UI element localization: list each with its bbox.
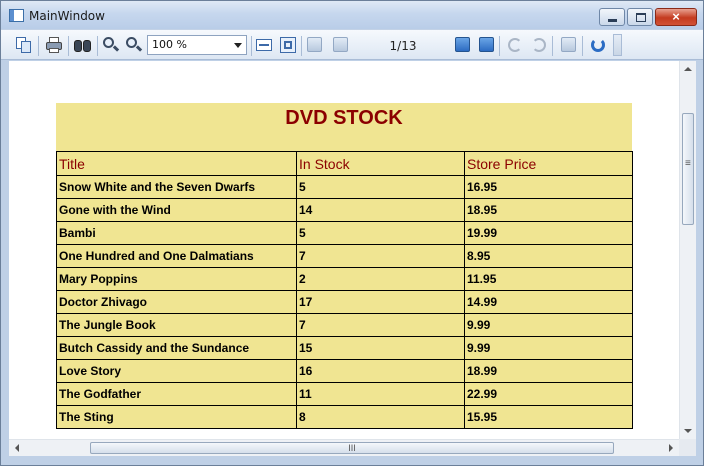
title-cell: Bambi [56,221,297,245]
title-cell: Butch Cassidy and the Sundance [56,336,297,360]
title-cell: The Jungle Book [56,313,297,337]
minimize-button[interactable] [599,8,625,26]
title-cell: Love Story [56,359,297,383]
stock-cell: 17 [296,290,465,314]
stock-cell: 16 [296,359,465,383]
zoom-value: 100 % [152,38,187,51]
toolbar: 100 % 1/13 [1,29,703,60]
main-window: MainWindow × 100 % 1/13 DVD STOCK Title … [0,0,704,466]
next-page-icon[interactable] [455,37,470,52]
chevron-down-icon [234,43,242,48]
price-cell: 15.95 [464,405,633,429]
vertical-scrollbar[interactable] [679,61,696,439]
whole-page-icon[interactable] [279,36,297,54]
title-cell: Snow White and the Seven Dwarfs [56,175,297,199]
copy-icon[interactable] [15,36,33,54]
table-row: Love Story 16 18.99 [56,359,633,383]
title-bar[interactable]: MainWindow × [1,1,703,29]
table-header-row: Title In Stock Store Price [56,151,633,176]
price-cell: 18.99 [464,359,633,383]
stock-cell: 14 [296,198,465,222]
scroll-right-icon[interactable] [669,444,673,452]
report-viewer: DVD STOCK Title In Stock Store Price Sno… [9,61,679,439]
table-row: Mary Poppins 2 11.95 [56,267,633,291]
page-indicator: 1/13 [389,39,417,53]
horizontal-scrollbar[interactable]: III [9,439,679,456]
scrollbar-corner [679,439,696,456]
report-title: DVD STOCK [285,107,403,129]
title-cell: The Godfather [56,382,297,406]
title-cell: Doctor Zhivago [56,290,297,314]
maximize-button[interactable] [627,8,653,26]
vertical-scroll-thumb[interactable] [682,113,694,225]
table-row: Gone with the Wind 14 18.95 [56,198,633,222]
zoom-out-icon[interactable] [125,36,143,54]
stock-cell: 8 [296,405,465,429]
stock-cell: 7 [296,313,465,337]
title-cell: Gone with the Wind [56,198,297,222]
table-row: The Godfather 11 22.99 [56,382,633,406]
title-cell: Mary Poppins [56,267,297,291]
stock-cell: 7 [296,244,465,268]
report-header: DVD STOCK [56,103,632,151]
horizontal-scroll-thumb[interactable]: III [90,442,614,454]
table-row: Bambi 5 19.99 [56,221,633,245]
price-cell: 14.99 [464,290,633,314]
last-page-icon[interactable] [479,37,494,52]
scroll-left-icon[interactable] [15,444,19,452]
table-row: The Jungle Book 7 9.99 [56,313,633,337]
table-row: One Hundred and One Dalmatians 7 8.95 [56,244,633,268]
stock-cell: 5 [296,221,465,245]
previous-page-icon[interactable] [333,37,348,52]
table-row: The Sting 8 15.95 [56,405,633,429]
price-cell: 9.99 [464,313,633,337]
stock-cell: 5 [296,175,465,199]
table-row: Doctor Zhivago 17 14.99 [56,290,633,314]
toolbar-overflow-icon[interactable] [613,34,622,56]
stock-table: Title In Stock Store Price Snow White an… [56,151,633,429]
zoom-select[interactable]: 100 % [147,35,247,55]
close-button[interactable]: × [655,8,697,26]
column-header-title: Title [56,151,297,176]
title-cell: One Hundred and One Dalmatians [56,244,297,268]
print-icon[interactable] [45,36,63,54]
column-header-store-price: Store Price [464,151,633,176]
table-row: Butch Cassidy and the Sundance 15 9.99 [56,336,633,360]
price-cell: 9.99 [464,336,633,360]
back-icon[interactable] [506,36,524,54]
find-icon[interactable] [74,36,92,54]
table-row: Snow White and the Seven Dwarfs 5 16.95 [56,175,633,199]
app-icon [9,9,24,22]
scroll-down-icon[interactable] [684,429,692,433]
stock-cell: 15 [296,336,465,360]
title-cell: The Sting [56,405,297,429]
price-cell: 16.95 [464,175,633,199]
refresh-icon[interactable] [589,36,607,54]
column-header-in-stock: In Stock [296,151,465,176]
first-page-icon[interactable] [307,37,322,52]
window-title: MainWindow [29,9,105,23]
price-cell: 11.95 [464,267,633,291]
stock-cell: 11 [296,382,465,406]
back-to-parent-icon[interactable] [561,37,576,52]
price-cell: 22.99 [464,382,633,406]
zoom-in-icon[interactable] [102,36,120,54]
forward-icon[interactable] [530,36,548,54]
price-cell: 8.95 [464,244,633,268]
scroll-up-icon[interactable] [684,67,692,71]
price-cell: 18.95 [464,198,633,222]
price-cell: 19.99 [464,221,633,245]
stock-cell: 2 [296,267,465,291]
page-width-icon[interactable] [255,36,273,54]
